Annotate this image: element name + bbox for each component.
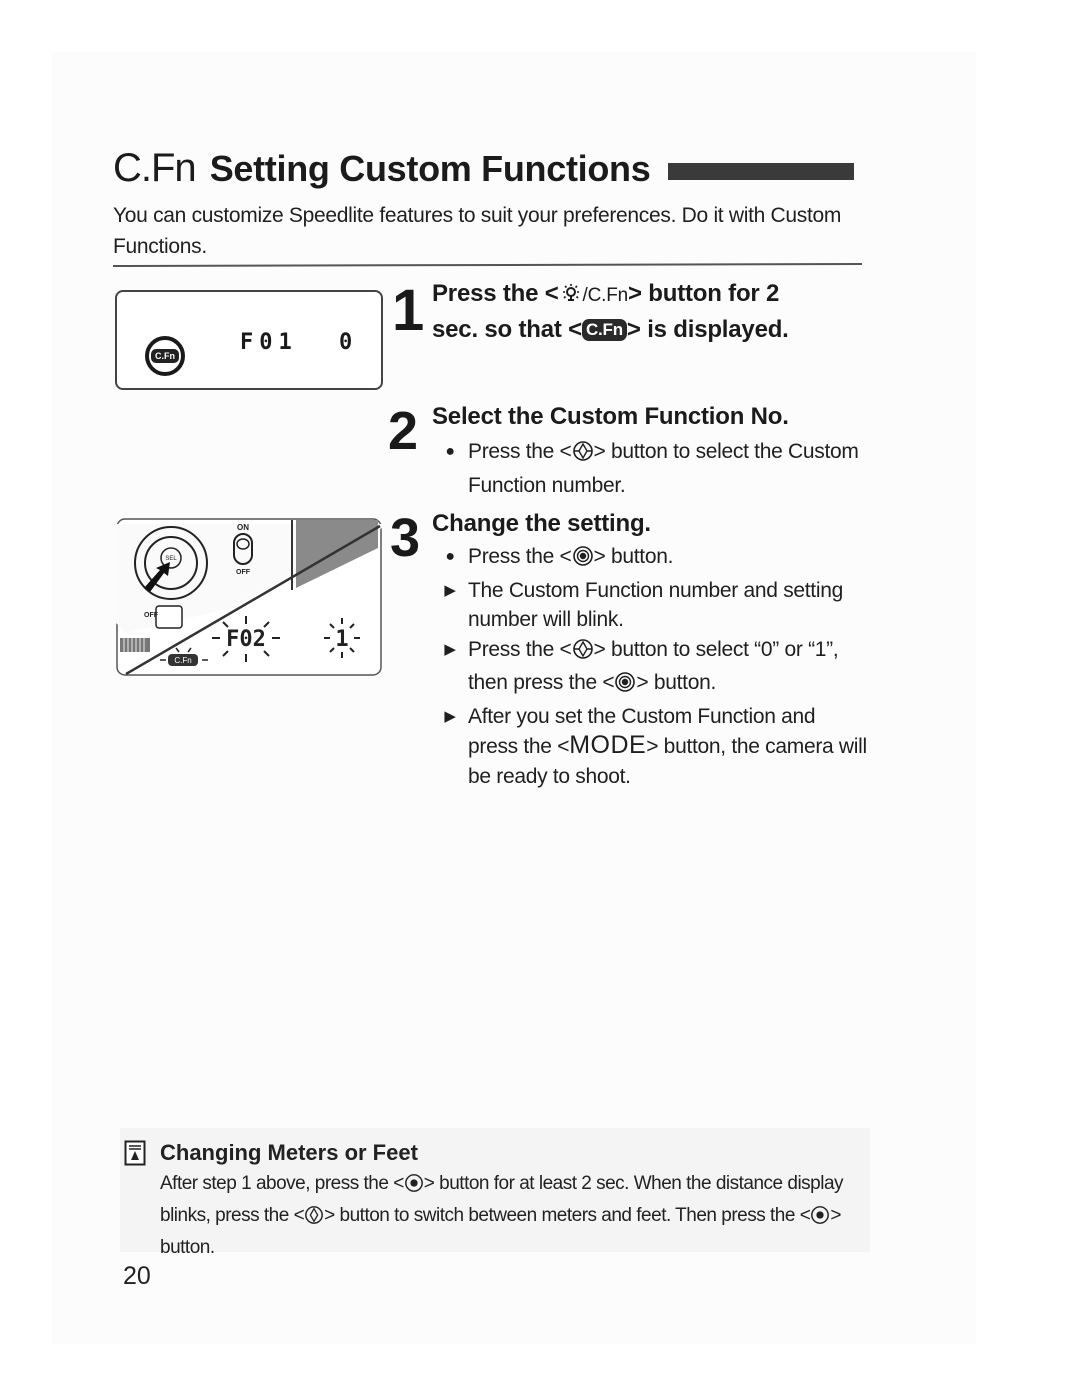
step-1-icon-label: /C.Fn [582, 285, 629, 306]
step-1-title-text-b: > button for 2 [628, 280, 780, 307]
step-3-item-2: ▶ The Custom Function number and setting… [440, 576, 870, 635]
step-2-body: ● Press the < > button to select the Cust… [440, 437, 870, 500]
bullet-dot-icon: ● [445, 443, 455, 460]
step-3-item-2-text: The Custom Function number and setting n… [468, 578, 843, 632]
lcd-panel-display: C.Fn F01 0 [115, 290, 383, 390]
step-3-body: ● Press the < > button. ▶ The Custom Func… [440, 542, 870, 791]
lcd-function-number: F01 [240, 330, 298, 355]
dial-label: SEL [165, 556, 177, 562]
step-2-title: Select the Custom Function No. [432, 403, 789, 430]
step-2-item-1-text-a: Press the < [468, 440, 572, 463]
step-3-item-1: ● Press the < > button. [440, 542, 870, 576]
title-text: Setting Custom Functions [209, 147, 651, 189]
arrow-bullet-icon: ▶ [444, 707, 456, 725]
set-button-icon [614, 671, 636, 702]
step-3-item-3: ▶ Press the < > button to select “0” or “… [440, 635, 870, 702]
arrow-bullet-icon: ▶ [444, 640, 456, 658]
step-3-title: Change the setting. [432, 510, 651, 537]
lock-lever [155, 605, 183, 629]
step-3-item-4: ▶ After you set the Custom Function and … [440, 702, 870, 792]
switch-on-label: ON [237, 523, 249, 532]
blinking-setting-value: 1 [335, 627, 348, 652]
cfn-badge-blinking-text: C.Fn [174, 656, 191, 665]
title-decoration-bar [668, 163, 854, 180]
step-number-1: 1 [392, 278, 425, 343]
cfn-badge-inline: C.Fn [581, 319, 627, 341]
cfn-indicator-icon: C.Fn [145, 336, 185, 376]
step-3-item-3-text-c: > button. [636, 671, 717, 694]
page-title: C.Fn Setting Custom Functions [113, 146, 651, 191]
bullet-dot-icon: ● [445, 548, 455, 565]
page-number: 20 [123, 1262, 151, 1290]
blinking-function-number: F02 [226, 627, 266, 652]
step-1-title: Press the < /C.Fn> button for 2 sec. so t… [432, 278, 789, 346]
step-number-3: 3 [390, 508, 421, 568]
note-title: Changing Meters or Feet [160, 1140, 418, 1165]
step-number-2: 2 [388, 401, 419, 461]
select-dial-icon [572, 638, 594, 669]
select-dial-icon [572, 440, 594, 471]
step-2-item-1: ● Press the < > button to select the Cust… [440, 437, 870, 500]
step-1-title-text-c: sec. so that < [432, 316, 582, 343]
step-3-item-1-text-b: > button. [593, 545, 674, 568]
intro-paragraph: You can customize Speedlite features to … [113, 204, 842, 258]
switch-off-label: OFF [236, 569, 251, 576]
step-1-title-text-d: > is displayed. [626, 316, 789, 343]
step-3-item-1-text-a: Press the < [468, 545, 572, 568]
step-1-title-text-a: Press the < [432, 280, 559, 307]
mode-button-label: MODE [569, 731, 647, 759]
note-text-c: > button to switch between meters and fe… [324, 1205, 811, 1226]
cfn-badge: C.Fn [151, 349, 179, 363]
light-cfn-button-icon [559, 282, 583, 314]
lever-off-label: OFF [144, 612, 159, 619]
select-dial-icon [304, 1205, 324, 1234]
note-icon [124, 1140, 146, 1171]
step-3-item-3-text-a: Press the < [468, 637, 572, 661]
arrow-bullet-icon: ▶ [444, 581, 456, 599]
set-button-icon [572, 545, 594, 576]
note-text-a: After step 1 above, press the < [160, 1173, 404, 1194]
set-button-icon [810, 1205, 830, 1234]
speedlite-controls-illustration: SEL ON OFF OFF F02 1 C.Fn [116, 518, 382, 676]
title-cfn-prefix: C.Fn [113, 146, 197, 190]
set-button-icon [404, 1173, 424, 1202]
note-body: After step 1 above, press the < > button … [160, 1170, 860, 1262]
lcd-setting-value: 0 [339, 330, 353, 355]
note-box: Changing Meters or Feet After step 1 abo… [120, 1128, 870, 1258]
